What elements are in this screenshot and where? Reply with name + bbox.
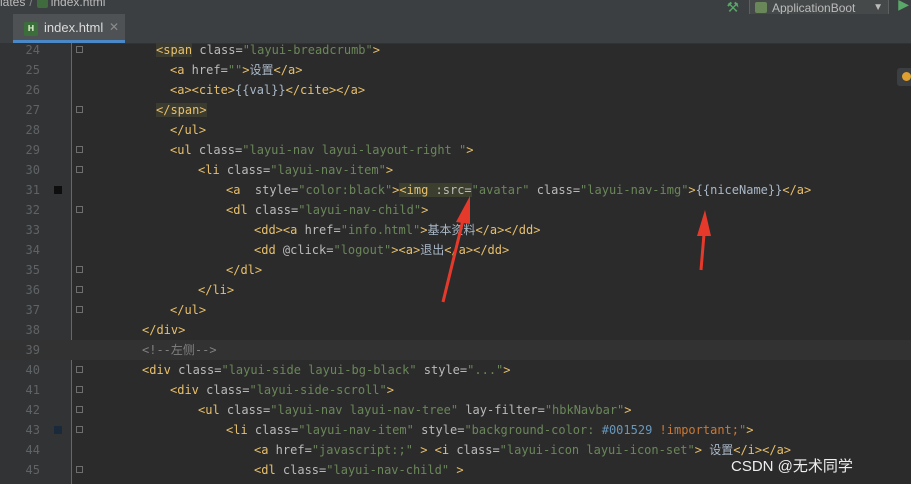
watermark: CSDN @无术同学 [731, 458, 853, 475]
annotation-arrows [441, 196, 711, 303]
annotation-arrow-2 [697, 210, 711, 271]
annotation-arrow-1 [441, 196, 470, 303]
